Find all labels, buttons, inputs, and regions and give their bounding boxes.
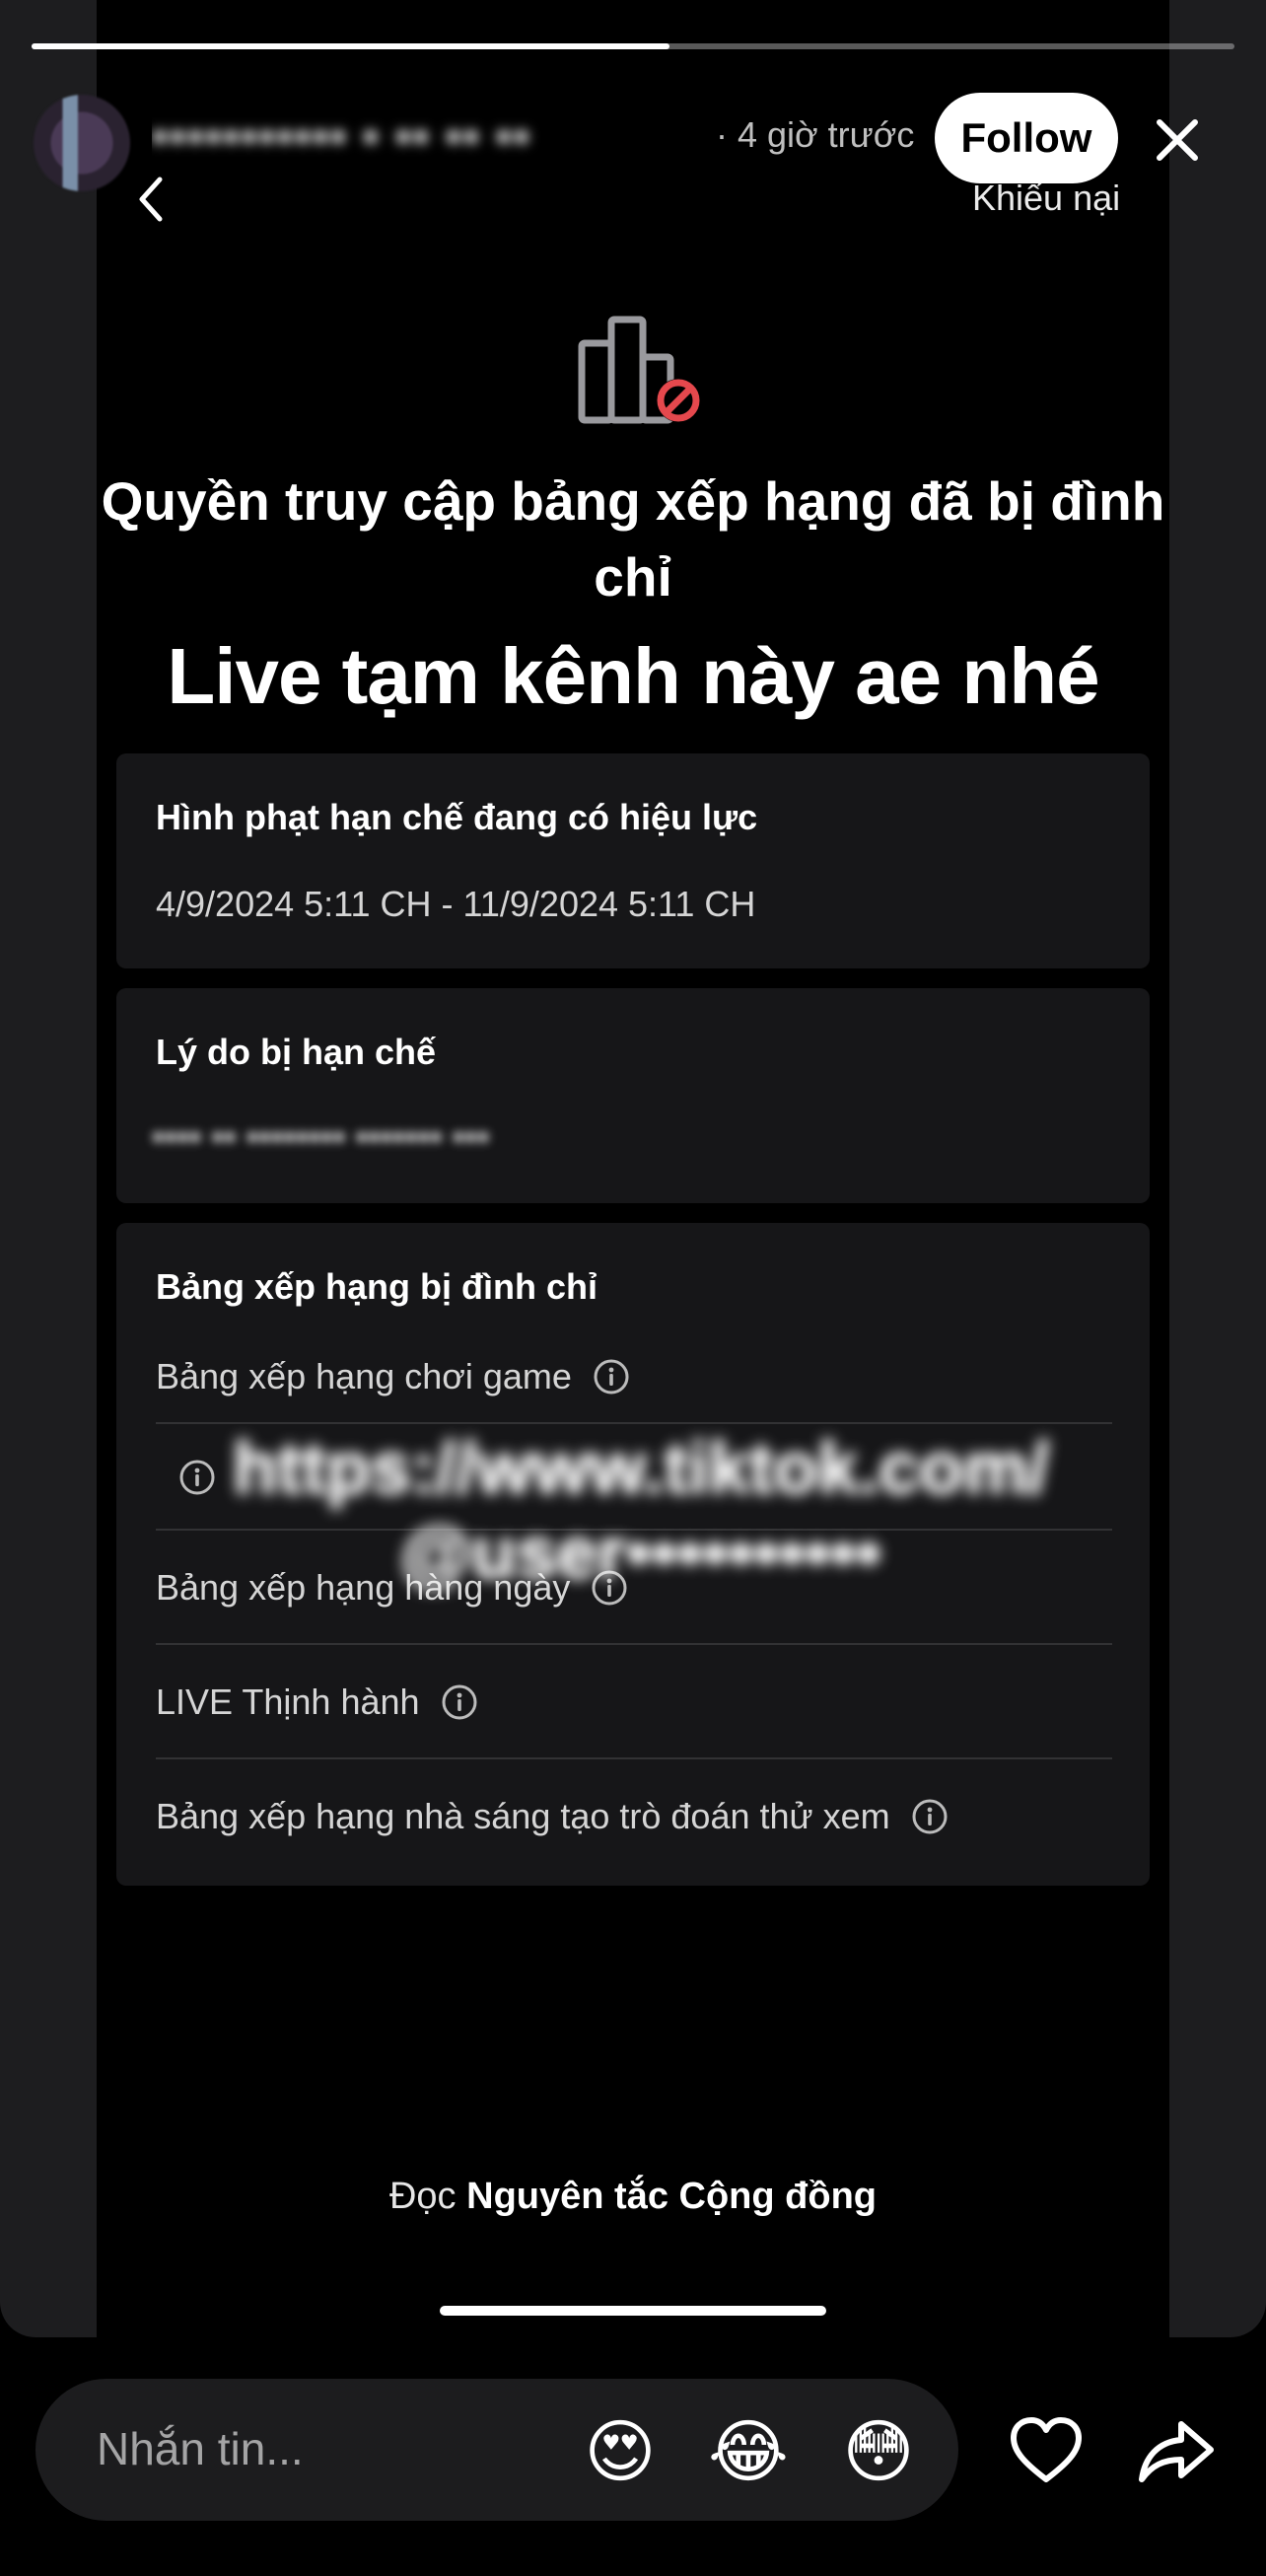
username-text: ••••••••••• • •• •• •• [152,110,532,162]
info-icon[interactable] [442,1684,477,1720]
message-input[interactable]: Nhắn tin... [35,2379,958,2521]
emoji-heart-eyes-button[interactable]: 😍 [578,2409,663,2494]
follow-button[interactable]: Follow [935,93,1118,183]
report-link[interactable]: Khiếu nại [972,178,1120,219]
chevron-left-icon[interactable] [130,172,172,227]
guidelines-link-text[interactable]: Nguyên tắc Cộng đồng [466,2176,877,2217]
story-frame: ••••••••••• • •• •• •• · 4 giờ trước Fol… [0,0,1266,2337]
sticker-line: https://www.tiktok.com/ [233,1427,1049,1509]
story-time: · 4 giờ trước [716,114,915,155]
reason-text: •••• •• •••••••• ••••••• ••• [152,1116,490,1157]
suspended-item-gaming: Bảng xếp hạng chơi game [156,1320,1112,1434]
suspended-item-live-trending: LIVE Thịnh hành [156,1643,1112,1759]
headline: Quyền truy cập bảng xếp hạng đã bị đình … [101,470,1165,608]
info-icon[interactable] [912,1799,948,1834]
sticker-line: @user•••••••••• [400,1512,881,1594]
suspended-item-guess: Bảng xếp hạng nhà sáng tạo trò đoán thử … [156,1757,1112,1874]
story-progress-bar [32,43,1234,49]
suspended-item-label: Bảng xếp hạng nhà sáng tạo trò đoán thử … [156,1796,890,1836]
username[interactable]: ••••••••••• • •• •• •• [152,110,700,162]
avatar[interactable] [34,95,130,191]
penalty-dates: 4/9/2024 5:11 CH - 11/9/2024 5:11 CH [156,884,756,924]
emoji-flushed-button[interactable]: 😳 [836,2409,921,2494]
penalty-title: Hình phạt hạn chế đang có hiệu lực [156,797,758,837]
share-arrow-icon[interactable] [1136,2410,1217,2491]
suspended-item-label: Bảng xếp hạng chơi game [156,1356,572,1396]
heart-icon[interactable] [1006,2410,1087,2491]
reason-title: Lý do bị hạn chế [156,1032,437,1072]
story-progress-fill [32,43,669,49]
close-icon[interactable] [1146,108,1209,172]
suspended-item-label: LIVE Thịnh hành [156,1682,420,1722]
reason-card: Lý do bị hạn chế •••• •• •••••••• ••••••… [116,988,1150,1203]
leaderboard-banned-icon [578,314,706,426]
suspended-title: Bảng xếp hạng bị đình chỉ [156,1266,598,1307]
info-icon[interactable] [594,1359,629,1395]
message-placeholder: Nhắn tin... [97,2423,304,2474]
story-overlay-text: Live tạm kênh này ae nhé [167,632,1099,720]
home-indicator [440,2306,826,2316]
community-guidelines-link[interactable]: Đọc Nguyên tắc Cộng đồng [97,2176,1169,2218]
link-sticker[interactable]: https://www.tiktok.com/ @user•••••••••• [168,1426,1114,1613]
emoji-laughing-button[interactable]: 😂 [706,2409,791,2494]
guidelines-prefix: Đọc [388,2176,457,2217]
penalty-card: Hình phạt hạn chế đang có hiệu lực 4/9/2… [116,753,1150,968]
